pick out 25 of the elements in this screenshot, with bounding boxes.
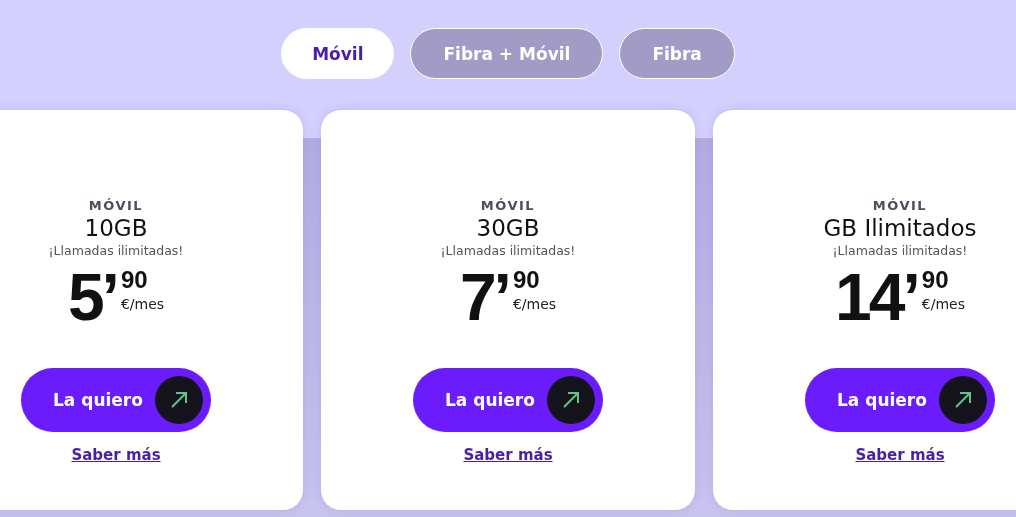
plan-category: MÓVIL <box>872 198 928 213</box>
price-main: 14’ <box>835 264 918 330</box>
price-unit: €/mes <box>120 296 165 312</box>
data-allowance: 10GB <box>84 215 148 241</box>
data-allowance: 30GB <box>476 215 540 241</box>
buy-button[interactable]: La quiero <box>21 368 211 432</box>
price-main: 5’ <box>67 264 117 330</box>
price-cents: 90 <box>120 268 149 292</box>
plan-category: MÓVIL <box>480 198 536 213</box>
more-info-link[interactable]: Saber más <box>855 446 945 464</box>
data-allowance: GB Ilimitados <box>823 215 977 241</box>
price-cents: 90 <box>512 268 541 292</box>
plan-category: MÓVIL <box>88 198 144 213</box>
plan-subtitle: ¡Llamadas ilimitadas! <box>440 243 576 258</box>
buy-button[interactable]: La quiero <box>805 368 995 432</box>
price-unit: €/mes <box>921 296 965 312</box>
plan-subtitle: ¡Llamadas ilimitadas! <box>48 243 184 258</box>
plan-subtitle: ¡Llamadas ilimitadas! <box>832 243 968 258</box>
plan-tab[interactable]: Móvil <box>281 28 395 79</box>
price-unit: €/mes <box>512 296 557 312</box>
price-cents: 90 <box>921 268 950 292</box>
price-main: 7’ <box>459 264 509 330</box>
buy-button[interactable]: La quiero <box>413 368 603 432</box>
more-info-link[interactable]: Saber más <box>463 446 553 464</box>
more-info-link[interactable]: Saber más <box>71 446 161 464</box>
